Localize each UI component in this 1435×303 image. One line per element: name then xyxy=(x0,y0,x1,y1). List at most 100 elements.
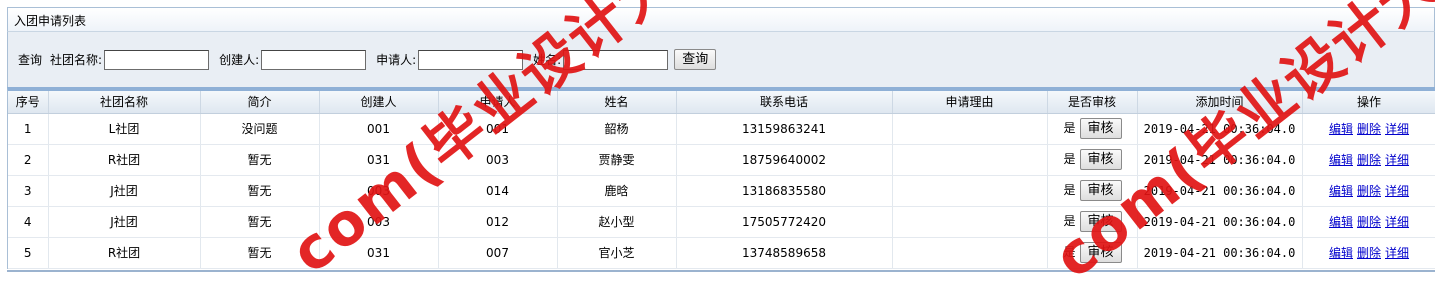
cell-reason xyxy=(892,144,1048,176)
cell-reason xyxy=(892,175,1048,207)
cell-reason xyxy=(892,237,1048,269)
cell-name: 官小芝 xyxy=(557,237,677,269)
cell-club: J社团 xyxy=(48,206,201,238)
detail-link[interactable]: 详细 xyxy=(1385,153,1409,167)
cell-no: 1 xyxy=(8,113,49,145)
cell-no: 5 xyxy=(8,237,49,269)
delete-link[interactable]: 删除 xyxy=(1357,184,1381,198)
audit-button[interactable]: 审核 xyxy=(1079,242,1122,263)
header-cell: 社团名称 xyxy=(48,91,201,114)
audited-value: 是 xyxy=(1063,183,1076,197)
delete-link[interactable]: 删除 xyxy=(1357,122,1381,136)
cell-applicant: 007 xyxy=(438,237,558,269)
table-row: 1 L社团 没问题 001 001 韶杨 13159863241 是审核 2019-04-21 … xyxy=(8,113,1435,145)
cell-name: 赵小型 xyxy=(557,206,677,238)
name-label: 姓名: xyxy=(533,53,562,67)
table-row: 5 R社团 暂无 031 007 官小芝 13748589658 是审核 2019-04-21 … xyxy=(8,237,1435,269)
header-cell: 添加时间 xyxy=(1137,91,1303,114)
cell-time: 2019-04-21 00:36:04.0 xyxy=(1137,175,1303,207)
header-cell: 联系电话 xyxy=(676,91,893,114)
header-cell: 申请人 xyxy=(438,91,558,114)
cell-no: 2 xyxy=(8,144,49,176)
cell-club: R社团 xyxy=(48,237,201,269)
cell-phone: 17505772420 xyxy=(676,206,893,238)
edit-link[interactable]: 编辑 xyxy=(1329,246,1353,260)
cell-audited: 是审核 xyxy=(1047,144,1138,176)
cell-phone: 13186835580 xyxy=(676,175,893,207)
header-cell: 操作 xyxy=(1302,91,1435,114)
audited-value: 是 xyxy=(1063,214,1076,228)
delete-link[interactable]: 删除 xyxy=(1357,153,1381,167)
cell-name: 贾静雯 xyxy=(557,144,677,176)
edit-link[interactable]: 编辑 xyxy=(1329,122,1353,136)
cell-intro: 暂无 xyxy=(200,144,320,176)
query-label: 查询 xyxy=(18,53,43,67)
applicant-label: 申请人: xyxy=(376,53,417,67)
cell-audited: 是审核 xyxy=(1047,113,1138,145)
cell-creator: 003 xyxy=(319,206,439,238)
panel-title: 入团申请列表 xyxy=(7,7,1435,31)
table-row: 2 R社团 暂无 031 003 贾静雯 18759640002 是审核 2019-04-21 … xyxy=(8,144,1435,176)
club-name-input[interactable] xyxy=(104,49,210,70)
audit-button[interactable]: 审核 xyxy=(1079,118,1122,139)
delete-link[interactable]: 删除 xyxy=(1357,246,1381,260)
audited-value: 是 xyxy=(1063,245,1076,259)
audit-button[interactable]: 审核 xyxy=(1079,211,1122,232)
audited-value: 是 xyxy=(1063,152,1076,166)
table-row: 3 J社团 暂无 003 014 鹿晗 13186835580 是审核 2019-04-21 0… xyxy=(8,175,1435,207)
header-cell: 创建人 xyxy=(319,91,439,114)
cell-creator: 003 xyxy=(319,175,439,207)
edit-link[interactable]: 编辑 xyxy=(1329,184,1353,198)
cell-name: 韶杨 xyxy=(557,113,677,145)
table-row: 4 J社团 暂无 003 012 赵小型 17505772420 是审核 2019-04-21 … xyxy=(8,206,1435,238)
cell-applicant: 012 xyxy=(438,206,558,238)
search-bar: 查询 社团名称: 创建人: 申请人: 姓名: 查询 xyxy=(7,31,1435,87)
detail-link[interactable]: 详细 xyxy=(1385,184,1409,198)
audited-value: 是 xyxy=(1063,121,1076,135)
cell-time: 2019-04-21 00:36:04.0 xyxy=(1137,206,1303,238)
search-button[interactable]: 查询 xyxy=(674,49,717,70)
cell-reason xyxy=(892,113,1048,145)
cell-no: 3 xyxy=(8,175,49,207)
detail-link[interactable]: 详细 xyxy=(1385,215,1409,229)
table-bottom-border xyxy=(7,270,1435,272)
application-table: 序号 社团名称 简介 创建人 申请人 姓名 联系电话 申请理由 是否审核 添加时… xyxy=(7,87,1435,269)
cell-time: 2019-04-21 00:36:04.0 xyxy=(1137,144,1303,176)
cell-audited: 是审核 xyxy=(1047,237,1138,269)
header-cell: 简介 xyxy=(200,91,320,114)
cell-phone: 13159863241 xyxy=(676,113,893,145)
cell-ops: 编辑 删除 详细 xyxy=(1302,206,1435,238)
creator-input[interactable] xyxy=(261,49,367,70)
cell-creator: 031 xyxy=(319,237,439,269)
cell-creator: 031 xyxy=(319,144,439,176)
header-cell: 序号 xyxy=(8,91,49,114)
name-input[interactable] xyxy=(563,49,669,70)
cell-ops: 编辑 删除 详细 xyxy=(1302,113,1435,145)
cell-time: 2019-04-21 00:36:04.0 xyxy=(1137,113,1303,145)
cell-intro: 没问题 xyxy=(200,113,320,145)
cell-applicant: 014 xyxy=(438,175,558,207)
delete-link[interactable]: 删除 xyxy=(1357,215,1381,229)
cell-no: 4 xyxy=(8,206,49,238)
cell-reason xyxy=(892,206,1048,238)
audit-button[interactable]: 审核 xyxy=(1079,180,1122,201)
cell-intro: 暂无 xyxy=(200,237,320,269)
audit-button[interactable]: 审核 xyxy=(1079,149,1122,170)
cell-ops: 编辑 删除 详细 xyxy=(1302,144,1435,176)
creator-label: 创建人: xyxy=(219,53,260,67)
cell-applicant: 003 xyxy=(438,144,558,176)
header-cell: 姓名 xyxy=(557,91,677,114)
cell-audited: 是审核 xyxy=(1047,175,1138,207)
cell-phone: 13748589658 xyxy=(676,237,893,269)
detail-link[interactable]: 详细 xyxy=(1385,122,1409,136)
header-cell: 申请理由 xyxy=(892,91,1048,114)
edit-link[interactable]: 编辑 xyxy=(1329,215,1353,229)
table-header-row: 序号 社团名称 简介 创建人 申请人 姓名 联系电话 申请理由 是否审核 添加时… xyxy=(8,91,1435,114)
header-cell: 是否审核 xyxy=(1047,91,1138,114)
cell-name: 鹿晗 xyxy=(557,175,677,207)
applicant-input[interactable] xyxy=(418,49,524,70)
cell-ops: 编辑 删除 详细 xyxy=(1302,175,1435,207)
cell-creator: 001 xyxy=(319,113,439,145)
detail-link[interactable]: 详细 xyxy=(1385,246,1409,260)
edit-link[interactable]: 编辑 xyxy=(1329,153,1353,167)
